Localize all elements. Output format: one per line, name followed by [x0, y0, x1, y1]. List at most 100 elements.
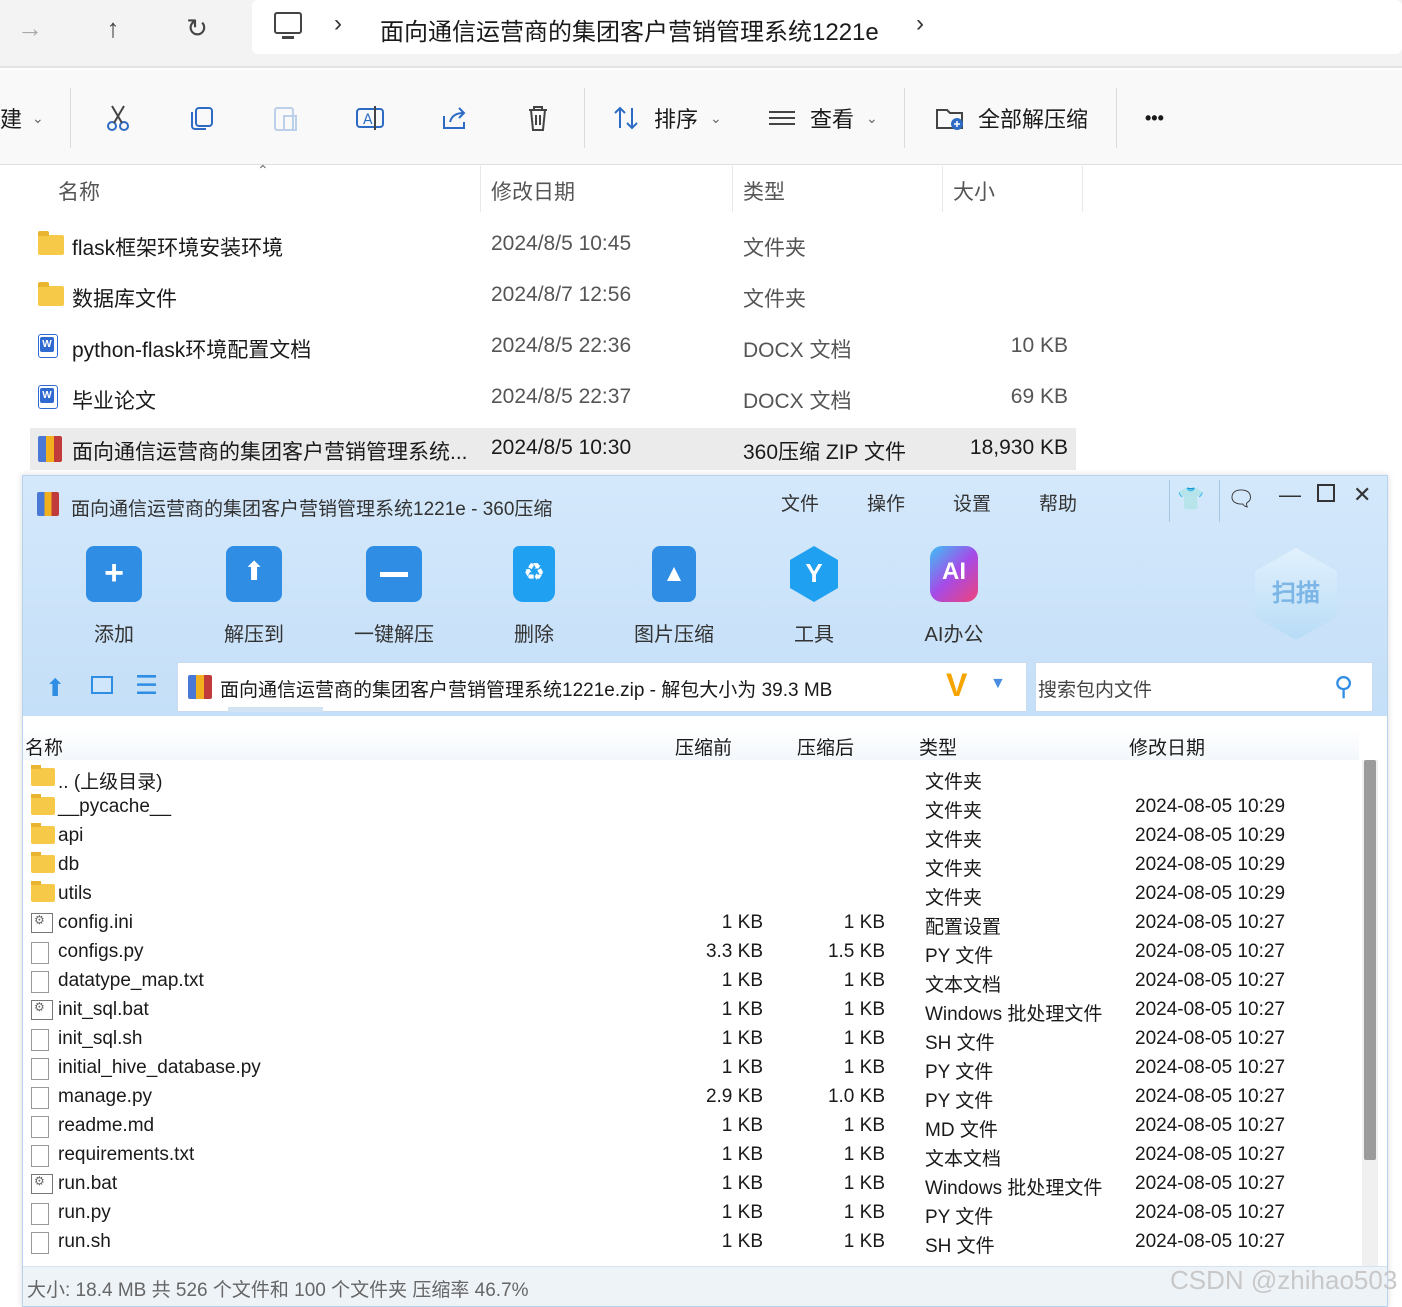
menu-file[interactable]: 文件	[781, 489, 819, 516]
zip-row[interactable]: api 文件夹 2024-08-05 10:29	[23, 822, 1359, 851]
feedback-icon[interactable]: 🗨	[1227, 486, 1255, 512]
skin-icon[interactable]: 👕	[1177, 486, 1204, 512]
zip-row[interactable]: requirements.txt 1 KB 1 KB 文本文档 2024-08-05 1…	[23, 1141, 1359, 1170]
zip-entry-before: 1 KB	[721, 1115, 763, 1136]
one-click-extract-button[interactable]: 一键解压	[339, 546, 449, 647]
rename-icon[interactable]: A	[354, 98, 386, 138]
one-click-extract-icon	[366, 546, 422, 602]
file-row[interactable]: flask框架环境安装环境 2024/8/5 10:45 文件夹	[30, 224, 1076, 266]
zip-row[interactable]: init_sql.bat 1 KB 1 KB Windows 批处理文件 2024-08…	[23, 996, 1359, 1025]
cut-icon[interactable]	[102, 98, 134, 138]
zip-entry-name: utils	[58, 883, 92, 904]
extract-all-button[interactable]: 全部解压缩	[934, 98, 1088, 138]
zip-scrollbar[interactable]	[1362, 760, 1378, 1275]
sort-button[interactable]: 排序 ⌄	[610, 98, 722, 138]
zip-row[interactable]: .. (上级目录) 文件夹	[23, 764, 1359, 793]
zip-row[interactable]: run.bat 1 KB 1 KB Windows 批处理文件 2024-08-05 1…	[23, 1170, 1359, 1199]
zip-row[interactable]: readme.md 1 KB 1 KB MD 文件 2024-08-05 10:27	[23, 1112, 1359, 1141]
delete-icon[interactable]	[522, 98, 554, 138]
zip-row[interactable]: utils 文件夹 2024-08-05 10:29	[23, 880, 1359, 909]
close-icon[interactable]: ✕	[1353, 482, 1371, 508]
zip-row[interactable]: datatype_map.txt 1 KB 1 KB 文本文档 2024-08-05 1…	[23, 967, 1359, 996]
v-badge-icon[interactable]: V	[946, 667, 967, 704]
more-button[interactable]: •••	[1145, 98, 1164, 138]
minimize-icon[interactable]: —	[1279, 482, 1301, 508]
view-button[interactable]: 查看 ⌄	[766, 98, 878, 138]
chevron-right-icon[interactable]: ›	[916, 10, 924, 38]
scroll-thumb[interactable]	[1364, 760, 1376, 1160]
dropdown-arrow-icon[interactable]: ▼	[990, 675, 1006, 693]
file-row[interactable]: 面向通信运营商的集团客户营销管理系统... 2024/8/5 10:30 360压缩…	[30, 428, 1076, 470]
zip-row[interactable]: manage.py 2.9 KB 1.0 KB PY 文件 2024-08-05 10:…	[23, 1083, 1359, 1112]
zip-entry-date: 2024-08-05 10:27	[1135, 970, 1286, 991]
zip-entry-date: 2024-08-05 10:29	[1135, 796, 1286, 817]
add-label: 添加	[94, 624, 134, 646]
zip-entry-date: 2024-08-05 10:27	[1135, 1057, 1286, 1078]
zip-row[interactable]: initial_hive_database.py 1 KB 1 KB PY 文件 202…	[23, 1054, 1359, 1083]
menu-help[interactable]: 帮助	[1039, 489, 1077, 516]
zip-row[interactable]: init_sql.sh 1 KB 1 KB SH 文件 2024-08-05 10:27	[23, 1025, 1359, 1054]
header-name[interactable]: 名称	[58, 176, 100, 206]
zip-entry-date: 2024-08-05 10:29	[1135, 854, 1286, 875]
menu-settings[interactable]: 设置	[953, 489, 991, 516]
forward-icon[interactable]: →	[5, 8, 55, 48]
zip-header-before[interactable]: 压缩前	[675, 733, 732, 760]
zip-entry-type: SH 文件	[925, 1236, 995, 1257]
file-row[interactable]: 数据库文件 2024/8/7 12:56 文件夹	[30, 275, 1076, 317]
zip-row[interactable]: __pycache__ 文件夹 2024-08-05 10:29	[23, 793, 1359, 822]
zip-header-type[interactable]: 类型	[919, 733, 957, 760]
file-row[interactable]: 毕业论文 2024/8/5 22:37 DOCX 文档 69 KB	[30, 377, 1076, 419]
address-path[interactable]: 面向通信运营商的集团客户营销管理系统1221e	[380, 12, 879, 47]
zip-list-header: 名称 压缩前 压缩后 类型 修改日期	[23, 728, 1359, 760]
share-icon[interactable]	[438, 98, 470, 138]
delete-button[interactable]: ♻ 删除	[479, 546, 589, 647]
chevron-right-icon[interactable]: ›	[334, 10, 342, 38]
zip-header-after[interactable]: 压缩后	[797, 733, 854, 760]
search-box[interactable]: 搜索包内文件 ⚲	[1035, 662, 1373, 712]
image-compress-button[interactable]: ▲ 图片压缩	[619, 546, 729, 647]
zip-row[interactable]: configs.py 3.3 KB 1.5 KB PY 文件 2024-08-05 10…	[23, 938, 1359, 967]
scan-button[interactable]: 扫描	[1255, 548, 1337, 640]
zip-row[interactable]: run.py 1 KB 1 KB PY 文件 2024-08-05 10:27	[23, 1199, 1359, 1228]
zip-row[interactable]: config.ini 1 KB 1 KB 配置设置 2024-08-05 10:27	[23, 909, 1359, 938]
zip-ribbon: 面向通信运营商的集团客户营销管理系统1221e - 360压缩 文件 操作 设置…	[23, 476, 1387, 716]
extract-to-button[interactable]: ⬆ 解压到	[199, 546, 309, 647]
zip-entry-type: 文件夹	[925, 830, 983, 851]
file-row[interactable]: python-flask环境配置文档 2024/8/5 22:36 DOCX 文档 1…	[30, 326, 1076, 368]
paste-icon[interactable]	[270, 98, 302, 138]
up-icon[interactable]: ↑	[88, 8, 138, 48]
zip-entry-name: datatype_map.txt	[58, 970, 204, 991]
zip-entry-type: 文本文档	[925, 975, 1002, 996]
zip-entry-date: 2024-08-05 10:27	[1135, 1231, 1286, 1252]
archive-path-bar[interactable]: 面向通信运营商的集团客户营销管理系统1221e.zip - 解包大小为 39.3…	[177, 662, 1027, 712]
new-button[interactable]: 建 ⌄	[0, 98, 44, 138]
header-size[interactable]: 大小	[953, 176, 995, 206]
zip-entry-after: 1 KB	[843, 1202, 885, 1223]
header-type[interactable]: 类型	[743, 176, 785, 206]
up-level-icon[interactable]: ⬆	[45, 674, 65, 703]
zip-row[interactable]: db 文件夹 2024-08-05 10:29	[23, 851, 1359, 880]
zip-entry-date: 2024-08-05 10:27	[1135, 999, 1286, 1020]
zip-header-date[interactable]: 修改日期	[1129, 733, 1205, 760]
refresh-icon[interactable]: ↻	[172, 8, 222, 48]
search-icon[interactable]: ⚲	[1334, 671, 1353, 702]
image-compress-icon: ▲	[652, 546, 696, 602]
tools-button[interactable]: Y 工具	[759, 546, 869, 647]
zip-entry-before: 2.9 KB	[705, 1086, 763, 1107]
ai-office-button[interactable]: AI AI办公	[899, 546, 1009, 647]
zip-row[interactable]: run.sh 1 KB 1 KB SH 文件 2024-08-05 10:27	[23, 1228, 1359, 1257]
add-button[interactable]: + 添加	[59, 546, 169, 647]
thumbnail-view-icon[interactable]	[91, 676, 113, 694]
address-box[interactable]: › 面向通信运营商的集团客户营销管理系统1221e ›	[252, 0, 1402, 54]
maximize-icon[interactable]	[1317, 484, 1335, 502]
file-date: 2024/8/5 10:45	[491, 232, 632, 255]
file-icon	[31, 971, 49, 993]
copy-icon[interactable]	[186, 98, 218, 138]
zip-entry-after: 1.5 KB	[827, 941, 885, 962]
list-view-icon[interactable]: ☰	[135, 670, 158, 701]
header-date[interactable]: 修改日期	[491, 176, 575, 206]
settings-file-icon	[31, 913, 53, 933]
menu-operation[interactable]: 操作	[867, 489, 905, 516]
zip-header-name[interactable]: 名称	[25, 733, 63, 760]
search-input[interactable]: 搜索包内文件	[1038, 675, 1152, 702]
